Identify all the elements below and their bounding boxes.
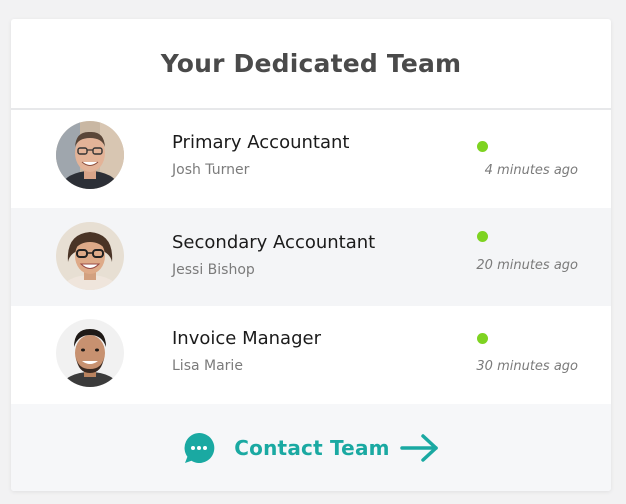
avatar <box>56 222 124 290</box>
member-role: Secondary Accountant <box>172 232 376 253</box>
contact-team-button[interactable]: Contact Team <box>11 404 611 491</box>
avatar <box>56 121 124 189</box>
team-card: Your Dedicated Team Primary Accountant J… <box>11 19 611 491</box>
online-status-dot <box>477 231 488 242</box>
member-role: Primary Accountant <box>172 132 350 153</box>
team-member-row[interactable]: Invoice Manager Lisa Marie 30 minutes ag… <box>11 306 611 404</box>
contact-team-label: Contact Team <box>234 435 390 460</box>
last-active-time: 20 minutes ago <box>476 258 578 273</box>
arrow-right-icon <box>399 433 440 463</box>
card-header: Your Dedicated Team <box>11 19 611 110</box>
last-active-time: 30 minutes ago <box>476 359 578 374</box>
member-role: Invoice Manager <box>172 328 321 349</box>
online-status-dot <box>477 141 488 152</box>
online-status-dot <box>477 333 488 344</box>
card-title: Your Dedicated Team <box>160 49 462 78</box>
last-active-time: 4 minutes ago <box>484 163 578 178</box>
member-name: Jessi Bishop <box>172 262 255 278</box>
avatar <box>56 319 124 387</box>
team-member-row[interactable]: Secondary Accountant Jessi Bishop 20 min… <box>11 208 611 306</box>
team-member-row[interactable]: Primary Accountant Josh Turner 4 minutes… <box>11 110 611 208</box>
member-name: Josh Turner <box>172 162 250 178</box>
chat-bubble-icon <box>182 431 216 465</box>
member-name: Lisa Marie <box>172 358 243 374</box>
